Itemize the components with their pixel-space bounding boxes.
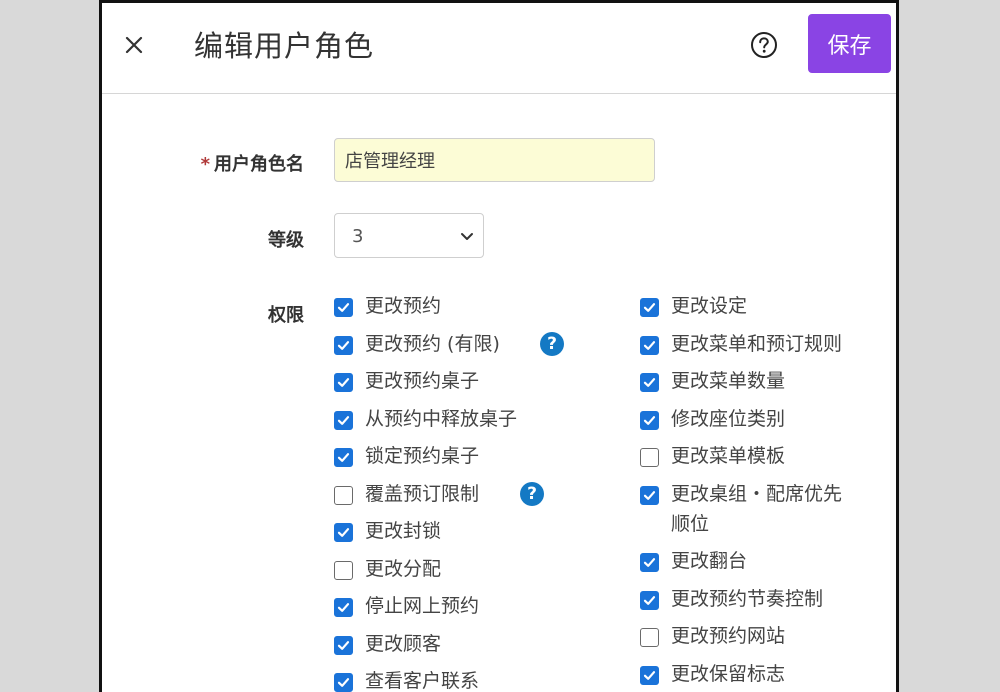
permission-label: 更改预约 (有限) [365,333,500,355]
permission-item[interactable]: 覆盖预订限制 [334,483,479,509]
permission-label: 更改预约 [365,295,442,317]
permission-label: 停止网上预约 [365,595,480,617]
permission-label: 从预约中释放桌子 [365,408,518,430]
permission-item[interactable]: 更改菜单数量 [640,370,785,396]
close-icon [125,36,143,54]
checkbox-unchecked[interactable] [334,486,353,505]
permission-item[interactable]: 更改封锁 [334,520,441,546]
permission-label: 更改封锁 [365,520,442,542]
close-button[interactable] [120,31,148,59]
checkbox-checked[interactable] [334,336,353,355]
checkbox-checked[interactable] [334,448,353,467]
permissions-label: 权限 [268,305,304,326]
checkbox-unchecked[interactable] [640,448,659,467]
checkbox-checked[interactable] [334,373,353,392]
permission-label: 更改设定 [671,295,748,317]
permission-item[interactable]: 查看客户联系 [334,670,479,692]
role-name-label-text: 用户角色名 [214,154,304,175]
checkbox-checked[interactable] [334,298,353,317]
save-button[interactable]: 保存 [808,14,891,73]
required-marker: * [200,154,210,175]
level-label: 等级 [268,230,304,251]
permission-item[interactable]: 更改桌组・配席优先 顺位 [640,483,842,539]
help-button[interactable] [750,31,778,59]
role-name-input[interactable] [334,138,655,182]
permission-item[interactable]: 更改分配 [334,558,441,584]
permission-item[interactable]: 更改菜单模板 [640,445,785,471]
checkbox-unchecked[interactable] [640,628,659,647]
permission-label: 更改保留标志 [671,663,786,685]
permission-item[interactable]: 更改保留标志 [640,663,785,689]
permission-label: 更改翻台 [671,550,748,572]
permission-item[interactable]: 更改预约网站 [640,625,785,651]
permission-label: 更改桌组・配席优先 顺位 [671,483,843,535]
checkbox-checked[interactable] [640,553,659,572]
question-circle-icon [751,32,777,58]
checkbox-checked[interactable] [334,673,353,692]
checkbox-checked[interactable] [334,523,353,542]
checkbox-checked[interactable] [640,298,659,317]
permission-label: 更改预约桌子 [365,370,480,392]
permission-item[interactable]: 更改预约 [334,295,441,321]
level-select[interactable]: 3 [334,213,484,258]
permission-label: 更改分配 [365,558,442,580]
permission-label: 更改菜单数量 [671,370,786,392]
permission-item[interactable]: 锁定预约桌子 [334,445,479,471]
checkbox-checked[interactable] [640,591,659,610]
permission-item[interactable]: 更改预约 (有限) [334,333,500,359]
checkbox-checked[interactable] [640,336,659,355]
permission-label: 锁定预约桌子 [365,445,480,467]
role-name-label: * 用户角色名 [164,150,304,176]
question-badge-icon[interactable]: ? [520,482,544,506]
dialog-header: 编辑用户角色 保存 [102,3,896,94]
permission-item[interactable]: 从预约中释放桌子 [334,408,517,434]
permission-label: 更改预约网站 [671,625,786,647]
checkbox-checked[interactable] [640,373,659,392]
edit-role-dialog: 编辑用户角色 保存 *用户角色名 等级 3 权限 更改预约更改预约 (有限)? 更… [99,0,899,692]
permission-item[interactable]: 更改预约桌子 [334,370,479,396]
permission-item[interactable]: 更改设定 [640,295,747,321]
permission-item[interactable]: 更改菜单和预订规则 [640,333,842,359]
permission-item[interactable]: 停止网上预约 [334,595,479,621]
permission-label: 查看客户联系 [365,670,480,692]
checkbox-checked[interactable] [640,486,659,505]
permission-item[interactable]: 更改翻台 [640,550,747,576]
checkbox-checked[interactable] [640,411,659,430]
permission-item[interactable]: 修改座位类别 [640,408,785,434]
chevron-down-icon [461,233,473,240]
question-badge-icon[interactable]: ? [540,332,564,356]
level-value: 3 [352,226,364,247]
checkbox-checked[interactable] [334,411,353,430]
checkbox-unchecked[interactable] [334,561,353,580]
permission-label: 覆盖预订限制 [365,483,480,505]
permission-label: 更改预约节奏控制 [671,588,824,610]
permission-item[interactable]: 更改顾客 [334,633,441,659]
permission-label: 修改座位类别 [671,408,786,430]
checkbox-checked[interactable] [334,636,353,655]
dialog-title: 编辑用户角色 [194,29,375,63]
checkbox-checked[interactable] [640,666,659,685]
checkbox-checked[interactable] [334,598,353,617]
permission-item[interactable]: 更改预约节奏控制 [640,588,823,614]
permission-label: 更改菜单和预订规则 [671,333,843,355]
permission-label: 更改顾客 [365,633,442,655]
permission-label: 更改菜单模板 [671,445,786,467]
